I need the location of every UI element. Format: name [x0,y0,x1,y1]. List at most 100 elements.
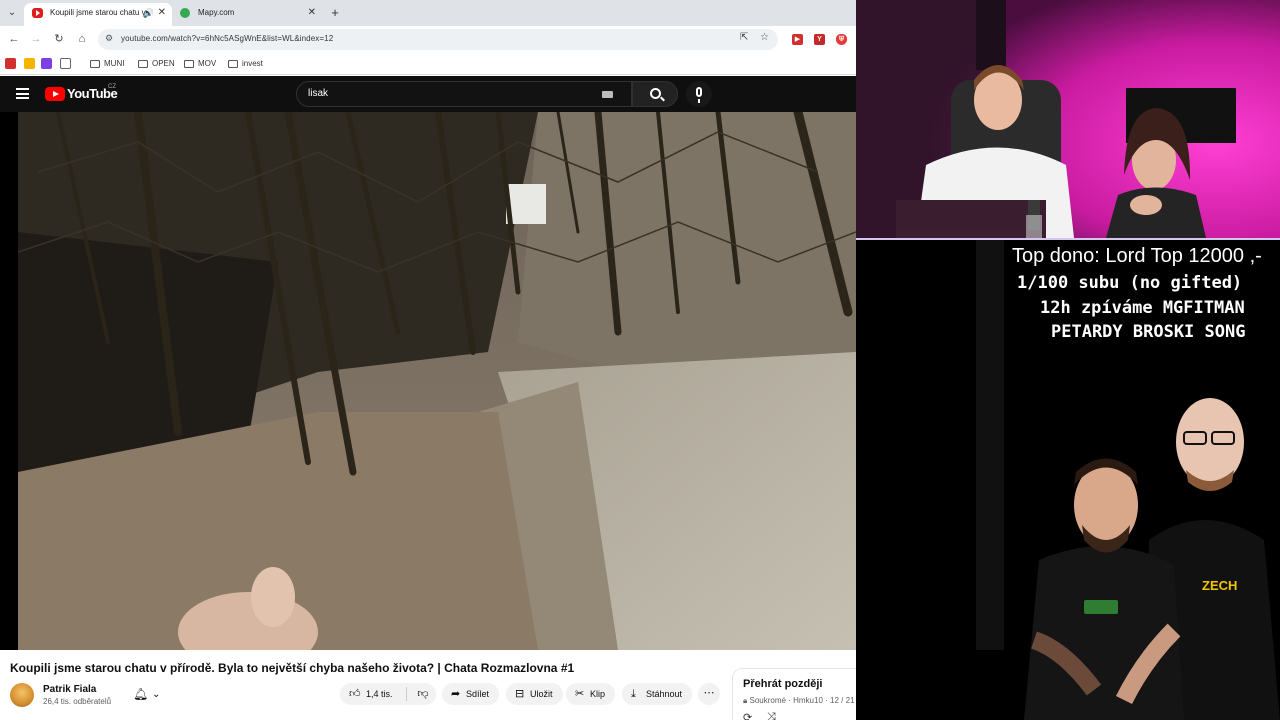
folder-icon [90,60,100,68]
like-button[interactable]: 👍︎ 1,4 tis. [340,683,406,705]
download-label: Stáhnout [646,689,683,699]
scissors-icon: ✂ [575,688,585,700]
playlist-panel: Přehrát později 🔒︎ Soukromé · Hmku10 · 1… [732,668,856,720]
loop-icon[interactable]: ⟳ [743,711,752,720]
bookmark-invest[interactable]: invest [228,57,263,71]
playlist-separator: · [825,696,828,705]
share-button[interactable]: ➦ Sdílet [442,683,500,705]
tab-youtube[interactable]: Koupili jsme starou chatu v 🔊 ✕ [24,3,172,26]
more-actions-button[interactable]: ⋯ [698,683,720,705]
promo-artwork: ZECH [1024,398,1280,720]
player-side-gap [976,240,1004,650]
save-label: Uložit [530,689,553,699]
keyboard-icon[interactable] [602,91,613,98]
tab-search-chevron-icon[interactable]: ⌄ [4,5,20,21]
url-text: youtube.com/watch?v=6hNc5ASgWnE&list=WL&… [121,34,334,43]
goal-line-4: PETARDY BROSKI SONG [1051,322,1246,342]
tab-title: Mapy.com [198,8,235,17]
extension-red-icon[interactable]: ▶ [792,34,803,45]
video-title: Koupili jsme starou chatu v přírodě. Byl… [10,661,575,675]
install-app-icon[interactable]: ⇱ [740,32,748,43]
screen: ⌄ Koupili jsme starou chatu v 🔊 ✕ Mapy.c… [0,0,1280,720]
lock-icon: 🔒︎ [743,696,748,705]
download-icon: ⤓ [631,688,636,700]
download-button[interactable]: ⤓ Stáhnout [622,683,693,705]
address-bar[interactable]: ⚙ youtube.com/watch?v=6hNc5ASgWnE&list=W… [98,29,778,50]
close-tab-icon[interactable]: ✕ [308,3,316,23]
folder-icon [138,60,148,68]
bookmarks-bar: MUNI OPEN MOV invest [0,53,856,75]
subscriber-count: 26,4 tis. odběratelů [43,697,112,706]
bookmark-star-icon[interactable]: ☆ [760,32,769,43]
more-dots-icon: ⋯ [703,687,715,699]
playlist-title[interactable]: Přehrát později [743,678,822,690]
webcam-feed [856,0,1280,238]
microphone-icon [696,87,702,103]
reload-icon[interactable]: ↻ [51,31,67,47]
bookmark-muni[interactable]: MUNI [90,57,124,71]
like-count: 1,4 tis. [366,689,393,699]
search-input[interactable]: lisak [296,81,632,107]
playlist-privacy: Soukromé [749,696,786,705]
youtube-header: YouTube CZ lisak [0,76,856,112]
bookmark-label: invest [242,59,263,68]
video-details: Koupili jsme starou chatu v přírodě. Byl… [0,650,856,720]
site-info-icon[interactable]: ⚙ [105,33,113,44]
bookmark-mov[interactable]: MOV [184,57,216,71]
playlist-meta: 🔒︎ Soukromé · Hmku10 · 12 / 21 [743,696,855,706]
stream-overlay-panel: Top dono: Lord Top 12000 ,- 1/100 subu (… [1004,240,1280,720]
back-arrow-icon[interactable]: ← [6,31,22,47]
hamburger-menu-icon[interactable] [16,88,29,99]
voice-search-button[interactable] [686,81,712,107]
close-tab-icon[interactable]: ✕ [158,3,166,23]
like-separator [406,687,407,701]
channel-avatar[interactable] [10,683,34,707]
browser-window: ⌄ Koupili jsme starou chatu v 🔊 ✕ Mapy.c… [0,0,856,720]
mapy-favicon-icon [180,8,190,18]
like-dislike-bar: 👍︎ 1,4 tis. 👎︎ [340,683,436,705]
bookmark-label: MOV [198,59,217,68]
forest-scene [18,112,856,650]
share-label: Sdílet [466,689,490,699]
playlist-owner[interactable]: Hmku10 [793,696,823,705]
chevron-down-icon: ⌄ [152,689,161,700]
goal-line-3: 12h zpíváme MGFITMAN [1040,298,1245,318]
tab-title: Koupili jsme starou chatu v [50,8,146,17]
bookmark-label: MUNI [104,59,125,68]
folder-icon [228,60,238,68]
bookmark-ext-red-icon[interactable] [5,58,16,69]
forward-arrow-icon[interactable]: → [28,31,44,47]
search-button[interactable] [632,81,678,107]
youtube-favicon-icon [32,8,43,18]
video-player[interactable] [0,112,856,650]
speaker-icon[interactable]: 🔊 [143,3,154,23]
save-button[interactable]: ⊟ Uložit [506,683,563,705]
video-frame-forest-path[interactable] [18,112,856,650]
webcam-scene [856,0,1280,238]
thumbs-up-icon: 👍︎ [349,688,361,700]
browser-toolbar: ← → ↻ ⌂ ⚙ youtube.com/watch?v=6hNc5ASgWn… [0,26,856,53]
save-bookmark-icon: ⊟ [515,688,525,700]
apps-grid-icon[interactable] [60,58,71,69]
tab-mapy[interactable]: Mapy.com ✕ [172,3,322,26]
bookmark-ext-purple-icon[interactable] [41,58,52,69]
notification-bell-button[interactable]: 🔔︎ ⌄ [126,683,172,707]
country-code: CZ [108,84,116,90]
bookmark-open[interactable]: OPEN [138,57,175,71]
bookmark-ext-yellow-icon[interactable] [24,58,35,69]
clip-label: Klip [590,689,606,699]
share-arrow-icon: ➦ [451,688,461,700]
folder-icon [184,60,194,68]
dislike-button[interactable]: 👎︎ [412,683,434,705]
tab-strip: ⌄ Koupili jsme starou chatu v 🔊 ✕ Mapy.c… [0,0,856,26]
playlist-separator: · [788,696,791,705]
clip-button[interactable]: ✂ Klip [566,683,616,705]
channel-name[interactable]: Patrik Fiala [43,684,96,695]
home-icon[interactable]: ⌂ [74,31,90,47]
extension-y-icon[interactable]: Y [814,34,825,45]
sub-goal-text: 1/100 subu (no gifted) [1017,273,1243,293]
new-tab-plus-icon[interactable]: + [326,4,344,22]
extension-shield-icon[interactable]: ⛨ [836,34,847,45]
shuffle-icon[interactable]: ⤨ [767,711,776,720]
thumbs-down-icon: 👎︎ [417,688,429,700]
